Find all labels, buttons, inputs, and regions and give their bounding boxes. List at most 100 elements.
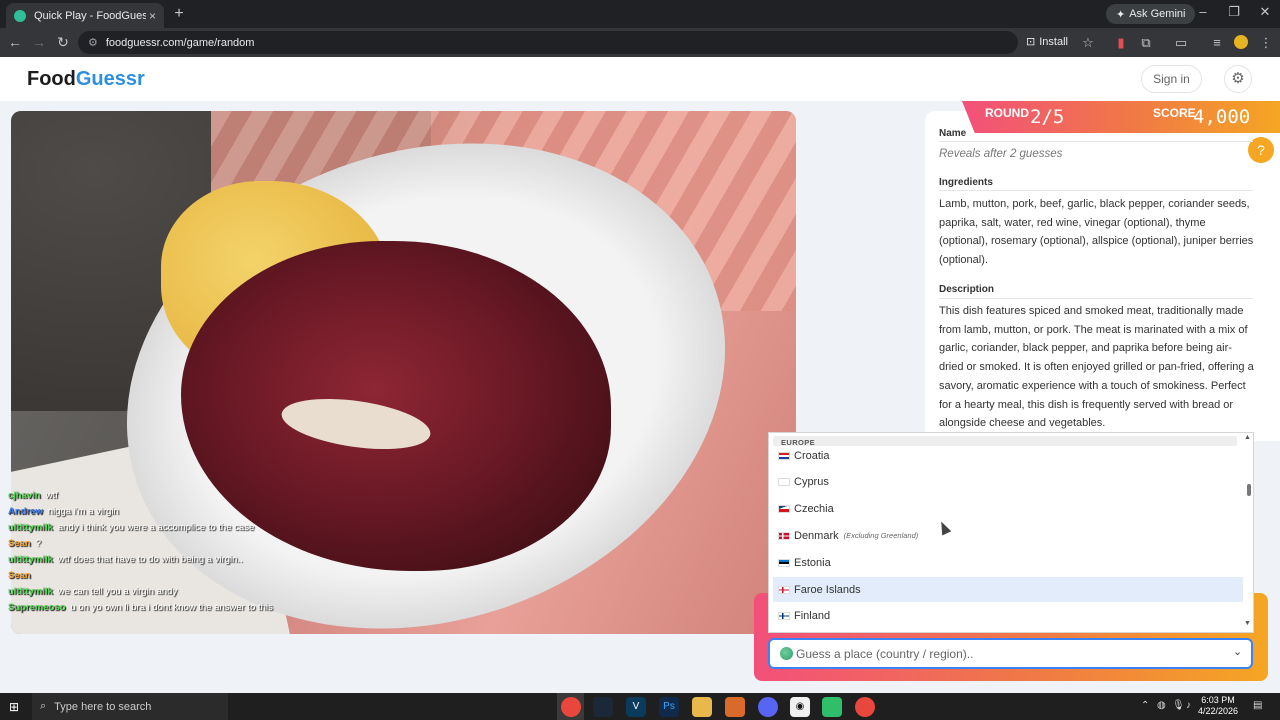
dropdown-option[interactable]: Estonia bbox=[773, 550, 1243, 575]
option-note: (Excluding Greenland) bbox=[843, 531, 919, 541]
window-close-icon[interactable]: ✕ bbox=[1255, 4, 1275, 20]
tab-title: Quick Play - FoodGuessr | Food bbox=[34, 9, 146, 22]
clock-time: 6:03 PM bbox=[1201, 695, 1235, 705]
extensions-puzzle-icon[interactable]: ⧉ bbox=[1138, 35, 1154, 51]
scroll-down-icon[interactable]: ▼ bbox=[1244, 620, 1251, 627]
chat-username: Supremeoso bbox=[8, 602, 66, 613]
install-app-button[interactable]: ⊡ Install bbox=[1026, 35, 1068, 49]
discord-icon[interactable] bbox=[758, 697, 778, 717]
clock-date: 4/22/2026 bbox=[1198, 706, 1239, 716]
site-header: FoodGuessr Sign in ⚙ bbox=[0, 57, 1280, 101]
guess-input-wrapper[interactable]: ⌄ bbox=[768, 638, 1253, 669]
reading-list-icon[interactable]: ≡ bbox=[1209, 35, 1225, 50]
tab-close-icon[interactable]: × bbox=[149, 9, 156, 23]
tray-chevron-icon[interactable]: ⌃ bbox=[1141, 700, 1149, 711]
steam-icon[interactable] bbox=[593, 697, 613, 717]
flag-icon bbox=[778, 531, 790, 540]
bookmark-star-icon[interactable]: ☆ bbox=[1080, 35, 1096, 51]
chevron-down-icon[interactable]: ⌄ bbox=[1233, 645, 1242, 658]
logo-text-guessr: Guessr bbox=[75, 68, 145, 90]
score-label: SCORE bbox=[1153, 106, 1196, 120]
chat-message: cjhavin wtf bbox=[8, 490, 328, 506]
option-label: Denmark bbox=[794, 529, 839, 542]
browser-toolbar: ← → ↻ ⚙ foodguessr.com/game/random ⊡ Ins… bbox=[0, 28, 1280, 57]
foodguessr-logo[interactable]: FoodGuessr bbox=[27, 68, 145, 91]
app-icon[interactable] bbox=[822, 697, 842, 717]
obs-icon[interactable]: ◉ bbox=[790, 697, 810, 717]
dish-name-value: Reveals after 2 guesses bbox=[939, 148, 1063, 160]
guess-place-input[interactable] bbox=[796, 644, 1216, 664]
chat-message: ultittymilk andy i think you were a accom… bbox=[8, 522, 328, 538]
forward-icon[interactable]: → bbox=[30, 34, 48, 50]
microphone-icon[interactable]: 🎙 bbox=[1172, 700, 1185, 711]
chat-message: Supremeoso u on yo own li bra i dont know… bbox=[8, 602, 328, 618]
score-value: 4,000 bbox=[1193, 106, 1251, 128]
option-label: Finland bbox=[794, 610, 831, 623]
volume-icon[interactable]: ♪ bbox=[1186, 700, 1191, 711]
reload-icon[interactable]: ↻ bbox=[54, 34, 72, 50]
browser-tab[interactable]: Quick Play - FoodGuessr | Food × bbox=[6, 3, 164, 28]
vegas-icon[interactable]: V bbox=[626, 697, 646, 717]
chat-text: u on yo own li bra i dont know the answe… bbox=[70, 602, 273, 613]
browser-tabbar: Quick Play - FoodGuessr | Food × + ✦ Ask… bbox=[0, 0, 1280, 28]
network-icon[interactable]: ◍ bbox=[1157, 700, 1166, 711]
windows-taskbar: ⊞ ⌕ Type here to search V Ps ◉ ⌃ ◍ 🎙 ♪ 6… bbox=[0, 693, 1280, 720]
name-section-title: Name bbox=[939, 128, 967, 139]
restore-icon[interactable]: ❐ bbox=[1224, 4, 1244, 20]
option-label: Estonia bbox=[794, 556, 831, 569]
chat-text: andy i think you were a accomplice to th… bbox=[57, 522, 255, 533]
chrome-icon[interactable] bbox=[855, 697, 875, 717]
dropdown-option[interactable]: Faroe Islands bbox=[773, 577, 1243, 602]
dropdown-option[interactable]: Finland bbox=[773, 604, 1243, 629]
dropdown-option[interactable]: Denmark (Excluding Greenland) bbox=[773, 523, 1243, 548]
divider bbox=[939, 298, 1253, 299]
app-icon[interactable] bbox=[725, 697, 745, 717]
settings-gear-icon[interactable]: ⚙ bbox=[1224, 65, 1252, 93]
option-label: Croatia bbox=[794, 449, 830, 462]
taskbar-search[interactable]: ⌕ Type here to search bbox=[32, 693, 228, 720]
foodguessr-favicon-icon bbox=[14, 9, 26, 22]
address-bar[interactable]: ⚙ foodguessr.com/game/random bbox=[78, 31, 1018, 54]
game-area: cjhavin wtf Andrew nigga i'm a virgin ultitt… bbox=[0, 101, 1280, 693]
flag-icon bbox=[778, 558, 790, 567]
description-section-title: Description bbox=[939, 284, 995, 295]
ask-gemini-button[interactable]: ✦ Ask Gemini bbox=[1106, 4, 1196, 24]
install-icon: ⊡ bbox=[1026, 36, 1036, 48]
stream-chat-overlay: cjhavin wtf Andrew nigga i'm a virgin ultitt… bbox=[8, 490, 328, 618]
taskbar-clock[interactable]: 6:03 PM 4/22/2026 bbox=[1198, 695, 1238, 717]
cast-icon[interactable]: ▭ bbox=[1173, 35, 1189, 51]
sign-in-button[interactable]: Sign in bbox=[1141, 65, 1202, 93]
dropdown-option[interactable]: Cyprus bbox=[773, 470, 1243, 495]
menu-kebab-icon[interactable]: ⋮ bbox=[1258, 35, 1274, 51]
flag-icon bbox=[778, 451, 790, 460]
file-explorer-icon[interactable] bbox=[692, 697, 712, 717]
chat-username: Sean bbox=[8, 570, 31, 581]
chat-text: ? bbox=[35, 538, 42, 549]
chat-message: Sean bbox=[8, 570, 328, 586]
chrome-icon[interactable] bbox=[561, 697, 581, 717]
flag-icon bbox=[778, 478, 790, 487]
description-text: This dish features spiced and smoked mea… bbox=[939, 305, 1254, 430]
profile-avatar[interactable] bbox=[1234, 35, 1248, 49]
site-info-icon[interactable]: ⚙ bbox=[88, 36, 98, 49]
logo-text-food: Food bbox=[27, 68, 76, 90]
photoshop-icon[interactable]: Ps bbox=[659, 697, 679, 717]
dropdown-option[interactable]: Czechia bbox=[773, 497, 1243, 522]
dropdown-scrollbar[interactable] bbox=[1247, 484, 1251, 496]
scroll-up-icon[interactable]: ▲ bbox=[1244, 434, 1251, 441]
chat-username: Andrew bbox=[8, 506, 43, 517]
new-tab-button[interactable]: + bbox=[170, 5, 188, 23]
windows-start-icon[interactable]: ⊞ bbox=[9, 700, 19, 714]
chat-username: ultittymilk bbox=[8, 522, 53, 533]
minimize-icon[interactable]: – bbox=[1193, 4, 1213, 19]
extension-icon[interactable]: ▮ bbox=[1113, 35, 1129, 51]
option-label: Cyprus bbox=[794, 476, 829, 489]
back-icon[interactable]: ← bbox=[6, 34, 24, 50]
notifications-icon[interactable]: ▤ bbox=[1253, 700, 1262, 711]
chat-text: nigga i'm a virgin bbox=[47, 506, 119, 517]
chat-text: we can tell you a virgin andy bbox=[57, 586, 178, 597]
dropdown-option[interactable]: Croatia bbox=[773, 443, 1243, 468]
chat-text: wtf does that have to do with being a vi… bbox=[57, 554, 243, 565]
country-dropdown-list[interactable]: EUROPE ▲ ▼ Croatia Cyprus Czechia Denmark (E… bbox=[768, 432, 1254, 633]
round-value: 2/5 bbox=[1030, 106, 1065, 128]
